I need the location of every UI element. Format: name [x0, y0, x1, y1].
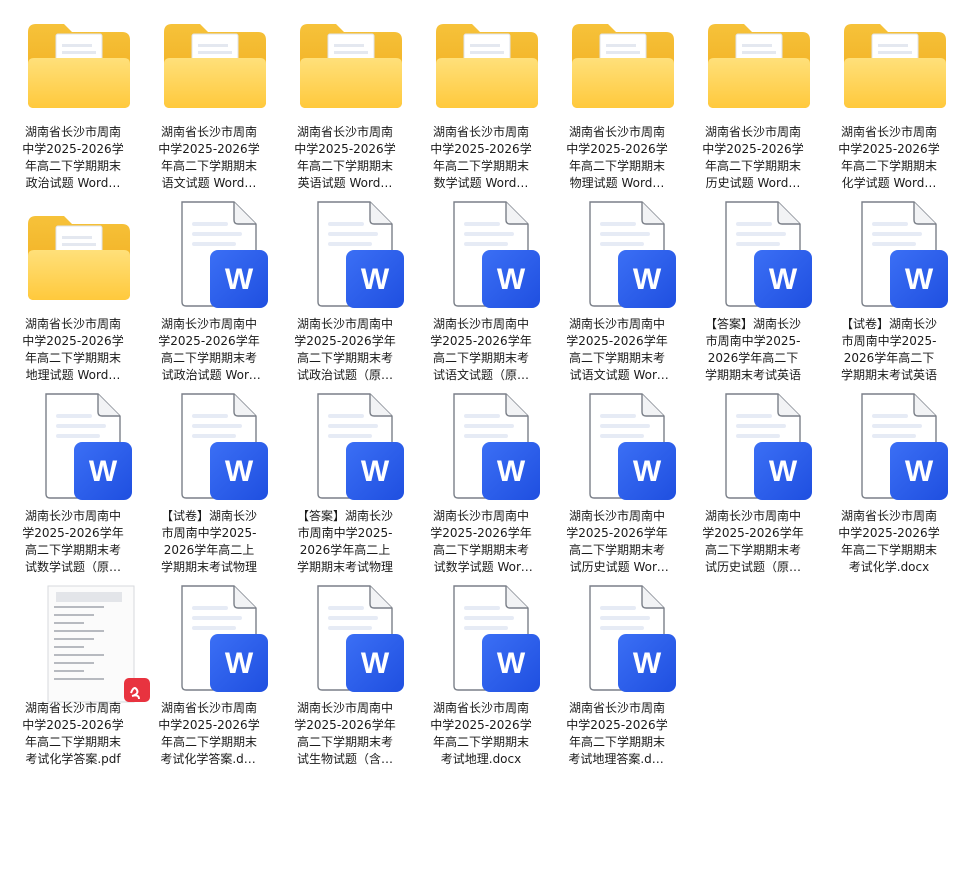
- file-item[interactable]: W 湖南长沙市周南中学2025-2026学年高二下学期期末考试历史试题（原卷版）: [694, 384, 814, 574]
- file-item[interactable]: W 【答案】湖南长沙市周南中学2025-2026学年高二上学期期末考试物理: [286, 384, 406, 574]
- file-name-label[interactable]: 湖南省长沙市周南中学2025-2026学年高二下学期期末地理试题 Word版含解…: [22, 316, 124, 384]
- file-item[interactable]: 湖南省长沙市周南中学2025-2026学年高二下学期期末物理试题 Word版含解…: [558, 0, 678, 190]
- file-name-label[interactable]: 湖南省长沙市周南中学2025-2026学年高二下学期期末考试地理.docx: [430, 700, 532, 768]
- file-item[interactable]: W 【试卷】湖南长沙市周南中学2025-2026学年高二下学期期末考试英语: [830, 192, 950, 382]
- svg-text:W: W: [905, 263, 934, 296]
- file-item[interactable]: 湖南省长沙市周南中学2025-2026学年高二下学期期末化学试题 Word版含解…: [830, 0, 950, 190]
- file-grid: 湖南省长沙市周南中学2025-2026学年高二下学期期末政治试题 Word版含解…: [0, 0, 969, 869]
- folder-icon[interactable]: [570, 18, 676, 110]
- word-file-icon[interactable]: W: [434, 393, 540, 500]
- file-item[interactable]: 湖南省长沙市周南中学2025-2026学年高二下学期期末语文试题 Word版含解…: [150, 0, 270, 190]
- file-name-label[interactable]: 湖南长沙市周南中学2025-2026学年高二下学期期末考试生物试题（含答案）: [294, 700, 396, 768]
- word-file-icon[interactable]: W: [842, 201, 948, 308]
- svg-text:W: W: [225, 263, 254, 296]
- word-file-icon[interactable]: W: [298, 201, 404, 308]
- word-file-icon[interactable]: W: [26, 393, 132, 500]
- folder-icon[interactable]: [26, 210, 132, 302]
- word-file-icon[interactable]: W: [570, 393, 676, 500]
- folder-icon[interactable]: [298, 18, 404, 110]
- folder-icon[interactable]: [162, 18, 268, 110]
- file-item[interactable]: 湖南省长沙市周南中学2025-2026学年高二下学期期末政治试题 Word版含解…: [14, 0, 134, 190]
- file-item[interactable]: 湖南省长沙市周南中学2025-2026学年高二下学期期末数学试题 Word版含解…: [422, 0, 542, 190]
- word-file-icon[interactable]: W: [298, 585, 404, 692]
- svg-text:W: W: [497, 263, 526, 296]
- folder-icon[interactable]: [26, 18, 132, 110]
- file-item[interactable]: 湖南省长沙市周南中学2025-2026学年高二下学期期末历史试题 Word版含解…: [694, 0, 814, 190]
- word-file-icon[interactable]: W: [434, 201, 540, 308]
- folder-icon[interactable]: [434, 18, 540, 110]
- file-name-label[interactable]: 湖南长沙市周南中学2025-2026学年高二下学期期末考试数学试题 Word版含…: [430, 508, 532, 576]
- file-item[interactable]: W 湖南长沙市周南中学2025-2026学年高二下学期期末考试历史试题 Word版…: [558, 384, 678, 574]
- file-name-label[interactable]: 湖南长沙市周南中学2025-2026学年高二下学期期末考试语文试题（原卷版）: [430, 316, 532, 384]
- word-file-icon[interactable]: W: [570, 585, 676, 692]
- file-name-label[interactable]: 【答案】湖南长沙市周南中学2025-2026学年高二下学期期末考试英语: [702, 316, 804, 384]
- file-item[interactable]: W 湖南省长沙市周南中学2025-2026学年高二下学期期末考试地理.docx: [422, 576, 542, 766]
- file-item[interactable]: W 湖南省长沙市周南中学2025-2026学年高二下学期期末考试化学答案.docx: [150, 576, 270, 766]
- folder-icon[interactable]: [842, 18, 948, 110]
- svg-text:W: W: [769, 263, 798, 296]
- file-name-label[interactable]: 【答案】湖南长沙市周南中学2025-2026学年高二上学期期末考试物理: [294, 508, 396, 576]
- file-name-label[interactable]: 湖南长沙市周南中学2025-2026学年高二下学期期末考试数学试题（原卷版）: [22, 508, 124, 576]
- folder-icon[interactable]: [706, 18, 812, 110]
- file-name-label[interactable]: 湖南省长沙市周南中学2025-2026学年高二下学期期末物理试题 Word版含解…: [566, 124, 668, 192]
- file-name-label[interactable]: 湖南长沙市周南中学2025-2026学年高二下学期期末考试历史试题（原卷版）: [702, 508, 804, 576]
- file-item[interactable]: W 湖南长沙市周南中学2025-2026学年高二下学期期末考试数学试题（原卷版）: [14, 384, 134, 574]
- word-file-icon[interactable]: W: [570, 201, 676, 308]
- svg-text:W: W: [497, 455, 526, 488]
- pdf-thumbnail-icon[interactable]: [26, 585, 150, 703]
- file-name-label[interactable]: 湖南省长沙市周南中学2025-2026学年高二下学期期末数学试题 Word版含解…: [430, 124, 532, 192]
- file-name-label[interactable]: 湖南长沙市周南中学2025-2026学年高二下学期期末考试历史试题 Word版含…: [566, 508, 668, 576]
- svg-text:W: W: [633, 647, 662, 680]
- file-item[interactable]: 湖南省长沙市周南中学2025-2026学年高二下学期期末英语试题 Word版含解…: [286, 0, 406, 190]
- file-name-label[interactable]: 湖南省长沙市周南中学2025-2026学年高二下学期期末历史试题 Word版含解…: [702, 124, 804, 192]
- word-file-icon[interactable]: W: [706, 393, 812, 500]
- file-item[interactable]: W 湖南长沙市周南中学2025-2026学年高二下学期期末考试语文试题 Word版…: [558, 192, 678, 382]
- svg-text:W: W: [905, 455, 934, 488]
- file-item[interactable]: W 湖南长沙市周南中学2025-2026学年高二下学期期末考试政治试题 Word版…: [150, 192, 270, 382]
- word-file-icon[interactable]: W: [162, 201, 268, 308]
- file-name-label[interactable]: 湖南长沙市周南中学2025-2026学年高二下学期期末考试政治试题 Word版含…: [158, 316, 260, 384]
- file-item[interactable]: W 湖南省长沙市周南中学2025-2026学年高二下学期期末考试化学.docx: [830, 384, 950, 574]
- file-item[interactable]: 湖南省长沙市周南中学2025-2026学年高二下学期期末地理试题 Word版含解…: [14, 192, 134, 382]
- svg-text:W: W: [225, 455, 254, 488]
- word-file-icon[interactable]: W: [298, 393, 404, 500]
- svg-text:W: W: [769, 455, 798, 488]
- svg-text:W: W: [633, 263, 662, 296]
- file-name-label[interactable]: 湖南省长沙市周南中学2025-2026学年高二下学期期末考试化学答案.pdf: [22, 700, 124, 768]
- file-item[interactable]: W 【答案】湖南长沙市周南中学2025-2026学年高二下学期期末考试英语: [694, 192, 814, 382]
- file-name-label[interactable]: 湖南省长沙市周南中学2025-2026学年高二下学期期末考试化学.docx: [838, 508, 940, 576]
- file-item[interactable]: W 湖南长沙市周南中学2025-2026学年高二下学期期末考试政治试题（原卷版）: [286, 192, 406, 382]
- file-item[interactable]: W 湖南长沙市周南中学2025-2026学年高二下学期期末考试生物试题（含答案）: [286, 576, 406, 766]
- file-name-label[interactable]: 湖南省长沙市周南中学2025-2026学年高二下学期期末化学试题 Word版含解…: [838, 124, 940, 192]
- file-name-label[interactable]: 【试卷】湖南长沙市周南中学2025-2026学年高二上学期期末考试物理: [158, 508, 260, 576]
- svg-text:W: W: [633, 455, 662, 488]
- word-file-icon[interactable]: W: [162, 585, 268, 692]
- file-item[interactable]: W 湖南省长沙市周南中学2025-2026学年高二下学期期末考试地理答案.docx: [558, 576, 678, 766]
- file-name-label[interactable]: 湖南省长沙市周南中学2025-2026学年高二下学期期末考试地理答案.docx: [566, 700, 668, 768]
- file-name-label[interactable]: 湖南长沙市周南中学2025-2026学年高二下学期期末考试语文试题 Word版含…: [566, 316, 668, 384]
- file-item[interactable]: W 湖南长沙市周南中学2025-2026学年高二下学期期末考试数学试题 Word版…: [422, 384, 542, 574]
- file-name-label[interactable]: 湖南省长沙市周南中学2025-2026学年高二下学期期末政治试题 Word版含解…: [22, 124, 124, 192]
- svg-text:W: W: [89, 455, 118, 488]
- file-item[interactable]: 湖南省长沙市周南中学2025-2026学年高二下学期期末考试化学答案.pdf: [14, 576, 150, 768]
- word-file-icon[interactable]: W: [434, 585, 540, 692]
- file-name-label[interactable]: 湖南省长沙市周南中学2025-2026学年高二下学期期末语文试题 Word版含解…: [158, 124, 260, 192]
- file-item[interactable]: W 湖南长沙市周南中学2025-2026学年高二下学期期末考试语文试题（原卷版）: [422, 192, 542, 382]
- word-file-icon[interactable]: W: [842, 393, 948, 500]
- svg-text:W: W: [497, 647, 526, 680]
- word-file-icon[interactable]: W: [706, 201, 812, 308]
- svg-text:W: W: [225, 647, 254, 680]
- file-name-label[interactable]: 湖南省长沙市周南中学2025-2026学年高二下学期期末考试化学答案.docx: [158, 700, 260, 768]
- svg-text:W: W: [361, 647, 390, 680]
- word-file-icon[interactable]: W: [162, 393, 268, 500]
- file-name-label[interactable]: 湖南省长沙市周南中学2025-2026学年高二下学期期末英语试题 Word版含解…: [294, 124, 396, 192]
- svg-text:W: W: [361, 263, 390, 296]
- svg-text:W: W: [361, 455, 390, 488]
- file-item[interactable]: W 【试卷】湖南长沙市周南中学2025-2026学年高二上学期期末考试物理: [150, 384, 270, 574]
- file-name-label[interactable]: 湖南长沙市周南中学2025-2026学年高二下学期期末考试政治试题（原卷版）: [294, 316, 396, 384]
- file-name-label[interactable]: 【试卷】湖南长沙市周南中学2025-2026学年高二下学期期末考试英语: [838, 316, 940, 384]
